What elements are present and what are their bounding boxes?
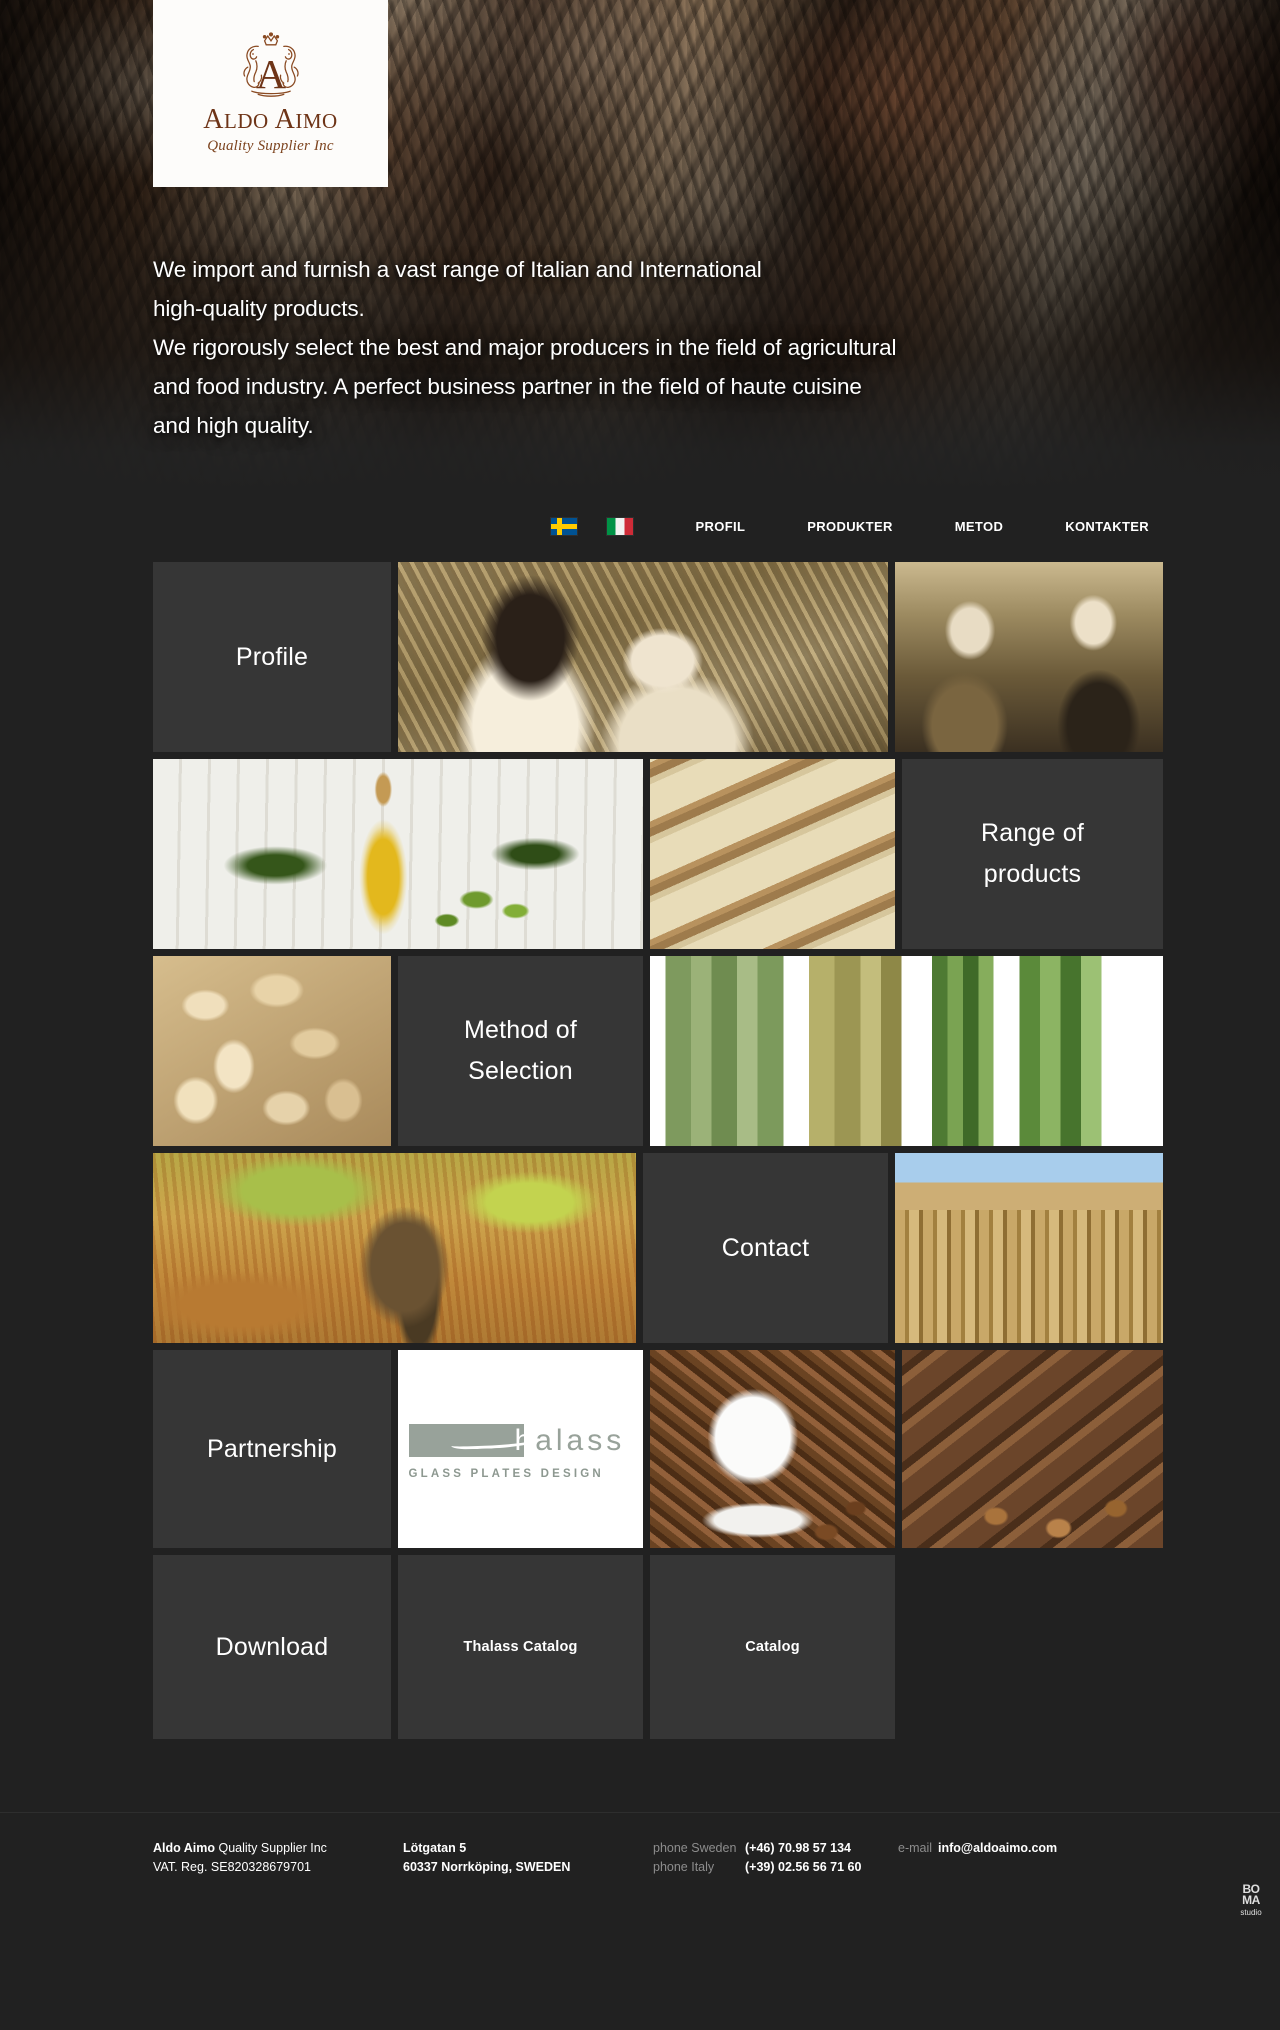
olive-grove-photo	[398, 562, 888, 752]
footer-address-street: Lötgatan 5	[403, 1841, 467, 1855]
tile-photo-olive-oil[interactable]	[153, 759, 643, 949]
thalass-mark-icon: halass	[408, 1418, 633, 1462]
tile-photo-wine-tasting[interactable]	[895, 562, 1163, 752]
hero-line-2: high-quality products.	[153, 296, 365, 321]
wine-tasting-photo	[895, 562, 1163, 752]
brand-logo[interactable]: A ALDO AIMO Quality Supplier Inc	[153, 0, 388, 187]
tile-contact-label: Contact	[721, 1233, 810, 1262]
footer-email-label: e-mail	[898, 1841, 933, 1855]
thalass-word-h: h	[514, 1424, 536, 1457]
tile-catalog-label: Catalog	[745, 1639, 800, 1655]
hero-line-4: and food industry. A perfect business pa…	[153, 374, 862, 399]
tile-partnership-label: Partnership	[206, 1434, 338, 1463]
page-root: A ALDO AIMO Quality Supplier Inc We impo…	[0, 0, 1280, 2030]
italy-flag-icon[interactable]	[607, 517, 634, 535]
boma-line-3: studio	[1240, 1908, 1262, 1917]
tile-profile[interactable]: Profile	[153, 562, 391, 752]
boma-line-2: MA	[1242, 1893, 1260, 1907]
footer-company-suffix: Quality Supplier Inc	[215, 1841, 327, 1855]
footer-phone-italy-label: phone Italy	[653, 1860, 715, 1874]
footer-address-city: 60337 Norrköping, SWEDEN	[403, 1860, 571, 1874]
thalass-subtitle: GLASS PLATES DESIGN	[408, 1468, 604, 1480]
tile-download-label: Download	[215, 1632, 329, 1661]
tile-photo-herbs[interactable]	[650, 956, 1163, 1146]
brand-tagline: Quality Supplier Inc	[207, 138, 334, 154]
fresh-herbs-photo	[650, 956, 1163, 1146]
tile-photo-coffee[interactable]	[650, 1350, 895, 1548]
main-navigation: PROFIL PRODUKTER METOD KONTAKTER	[0, 490, 1280, 562]
tile-photo-cheese[interactable]	[650, 759, 895, 949]
tile-method-label: Method of Selection	[398, 956, 643, 1146]
brand-name: ALDO AIMO	[203, 104, 338, 135]
tile-row-3: Method of Selection	[153, 956, 1163, 1146]
footer-email-block: e-mail info@aldoaimo.com	[898, 1839, 1138, 1858]
tile-method-of-selection[interactable]: Method of Selection	[398, 956, 643, 1146]
tile-download[interactable]: Download	[153, 1555, 391, 1739]
footer-content: Aldo Aimo Quality Supplier Inc VAT. Reg.…	[153, 1839, 1280, 1877]
tile-row-4: Contact	[153, 1153, 1163, 1343]
hero-section: A ALDO AIMO Quality Supplier Inc We impo…	[0, 0, 1280, 490]
nav-item-metod[interactable]: METOD	[955, 519, 1003, 534]
range-label-line1: Range of	[980, 819, 1085, 847]
tile-photo-temple[interactable]	[895, 1153, 1163, 1343]
footer-phone-sweden-value[interactable]: (+46) 70.98 57 134	[745, 1839, 851, 1858]
lion-crest-icon: A	[242, 32, 299, 97]
hero-line-3: We rigorously select the best and major …	[153, 335, 897, 360]
nav-item-kontakter[interactable]: KONTAKTER	[1065, 519, 1149, 534]
cheese-wheels-photo	[650, 759, 895, 949]
tile-thalass-logo[interactable]: halass GLASS PLATES DESIGN	[398, 1350, 643, 1548]
footer-phone-italy-value[interactable]: (+39) 02.56 56 71 60	[745, 1858, 861, 1877]
nav-item-produkter[interactable]: PRODUKTER	[807, 519, 893, 534]
footer-phone-block: phone Sweden (+46) 70.98 57 134 phone It…	[653, 1839, 898, 1877]
footer-email-value[interactable]: info@aldoaimo.com	[938, 1839, 1057, 1858]
thalass-logo: halass GLASS PLATES DESIGN	[398, 1350, 643, 1548]
footer-phone-sweden-row: phone Sweden (+46) 70.98 57 134	[653, 1839, 898, 1858]
range-label-line2: products	[983, 860, 1082, 888]
nav-item-profil[interactable]: PROFIL	[695, 519, 745, 534]
olive-oil-photo	[153, 759, 643, 949]
tile-range-of-products-label: Range of products	[902, 759, 1163, 949]
sweden-flag-icon[interactable]	[551, 517, 578, 535]
coffee-cup-photo	[650, 1350, 895, 1548]
method-label-line1: Method of	[464, 1016, 577, 1044]
tile-range-of-products[interactable]: Range of products	[902, 759, 1163, 949]
tile-row-6: Download Thalass Catalog Catalog	[153, 1555, 1163, 1739]
footer-company-name: Aldo Aimo	[153, 1841, 216, 1855]
footer-address-block: Lötgatan 5 60337 Norrköping, SWEDEN	[403, 1839, 653, 1877]
tile-row-2: Range of products	[153, 759, 1163, 949]
olive-tree-photo	[153, 1153, 636, 1343]
page-footer: Aldo Aimo Quality Supplier Inc VAT. Reg.…	[0, 1812, 1280, 1932]
footer-phone-sweden-label: phone Sweden	[653, 1841, 737, 1855]
chocolate-hazelnuts-photo	[902, 1350, 1163, 1548]
tile-thalass-catalog[interactable]: Thalass Catalog	[398, 1555, 643, 1739]
method-label-line2: Selection	[468, 1057, 573, 1085]
footer-company-block: Aldo Aimo Quality Supplier Inc VAT. Reg.…	[153, 1839, 403, 1877]
footer-vat: VAT. Reg. SE820328679701	[153, 1860, 311, 1874]
tile-catalog[interactable]: Catalog	[650, 1555, 895, 1739]
tile-profile-label: Profile	[235, 642, 309, 671]
thalass-wordmark: halass	[515, 1421, 626, 1461]
footer-email-row: e-mail info@aldoaimo.com	[898, 1839, 1138, 1858]
tile-photo-pine-nuts[interactable]	[153, 956, 391, 1146]
tile-row-5: Partnership halass GLASS PLATES DESIGN	[153, 1350, 1163, 1548]
thalass-word-rest: alass	[535, 1424, 626, 1457]
hero-intro-text: We import and furnish a vast range of It…	[153, 250, 1073, 445]
tile-contact[interactable]: Contact	[643, 1153, 888, 1343]
svg-text:A: A	[255, 51, 285, 97]
hero-line-5: and high quality.	[153, 413, 314, 438]
hero-line-1: We import and furnish a vast range of It…	[153, 257, 762, 282]
tile-photo-olive-tree[interactable]	[153, 1153, 636, 1343]
tile-thalass-catalog-label: Thalass Catalog	[463, 1639, 578, 1655]
tile-photo-olive-grove[interactable]	[398, 562, 888, 752]
footer-company-line: Aldo Aimo Quality Supplier Inc	[153, 1839, 403, 1858]
content-tile-grid: Profile Range of products Method of Sele…	[153, 562, 1163, 1739]
tile-photo-chocolate[interactable]	[902, 1350, 1163, 1548]
greek-temple-photo	[895, 1153, 1163, 1343]
tile-row-1: Profile	[153, 562, 1163, 752]
tile-partnership[interactable]: Partnership	[153, 1350, 391, 1548]
pine-nuts-photo	[153, 956, 391, 1146]
boma-studio-credit-logo[interactable]: BO MA studio	[1236, 1883, 1266, 1924]
footer-phone-italy-row: phone Italy (+39) 02.56 56 71 60	[653, 1858, 898, 1877]
